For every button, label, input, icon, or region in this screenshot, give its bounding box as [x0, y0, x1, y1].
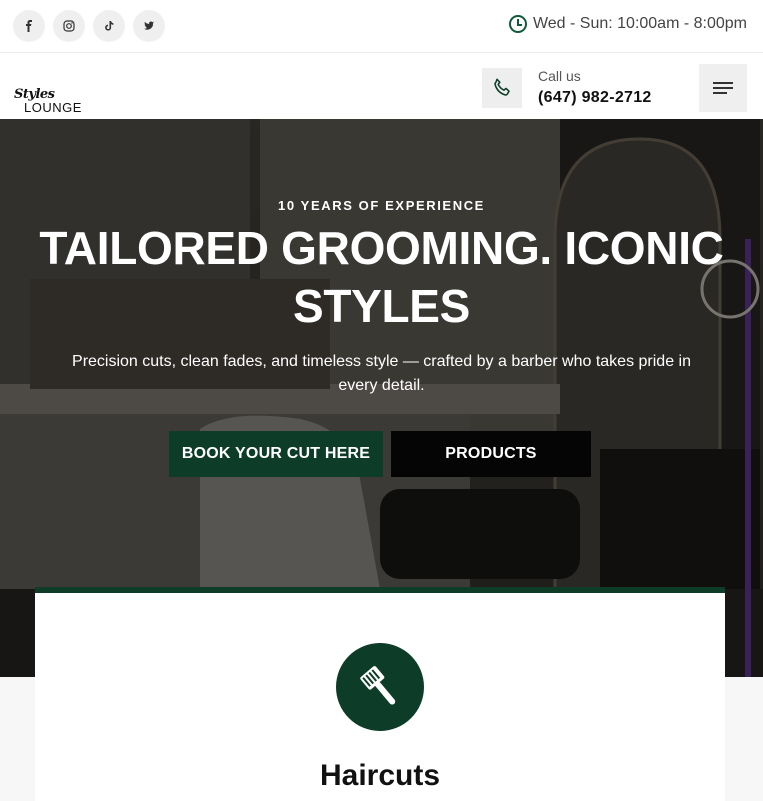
clock-icon: [508, 15, 527, 33]
call-label: Call us: [538, 68, 581, 84]
comb-icon: [360, 666, 396, 705]
logo-word-text: LOUNGE: [24, 100, 82, 115]
site-header: Styles LOUNGE Call us (647) 982-2712: [0, 53, 763, 119]
service-icon-badge: [336, 643, 424, 731]
menu-line-icon: [713, 87, 733, 89]
headline-line-1: TAILORED GROOMING. ICONIC: [39, 222, 724, 274]
hours-text: Wed - Sun: 10:00am - 8:00pm: [532, 15, 747, 32]
facebook-icon[interactable]: [13, 10, 45, 42]
hamburger-menu-button[interactable]: [699, 64, 747, 112]
hero-eyebrow: 10 YEARS OF EXPERIENCE: [278, 198, 485, 213]
business-hours: Wed - Sun: 10:00am - 8:00pm: [508, 15, 747, 33]
instagram-icon[interactable]: [53, 10, 85, 42]
top-bar: Wed - Sun: 10:00am - 8:00pm: [0, 0, 763, 53]
logo[interactable]: Styles LOUNGE: [14, 87, 84, 117]
products-button[interactable]: PRODUCTS: [391, 431, 591, 477]
service-card-haircuts[interactable]: Haircuts: [35, 587, 725, 801]
menu-line-icon: [713, 92, 727, 94]
headline-line-2: STYLES: [292, 280, 471, 332]
service-title: Haircuts: [319, 759, 441, 792]
book-cut-button[interactable]: BOOK YOUR CUT HERE: [169, 431, 383, 477]
twitter-icon[interactable]: [133, 10, 165, 42]
call-number-link[interactable]: (647) 982-2712: [538, 89, 652, 107]
menu-line-icon: [713, 82, 733, 84]
hero-subtext: Precision cuts, clean fades, and timeles…: [72, 353, 691, 394]
tiktok-icon[interactable]: [93, 10, 125, 42]
hero-headline: TAILORED GROOMING. ICONIC STYLES: [20, 219, 743, 335]
phone-button[interactable]: [482, 68, 522, 108]
phone-icon: [494, 78, 510, 96]
